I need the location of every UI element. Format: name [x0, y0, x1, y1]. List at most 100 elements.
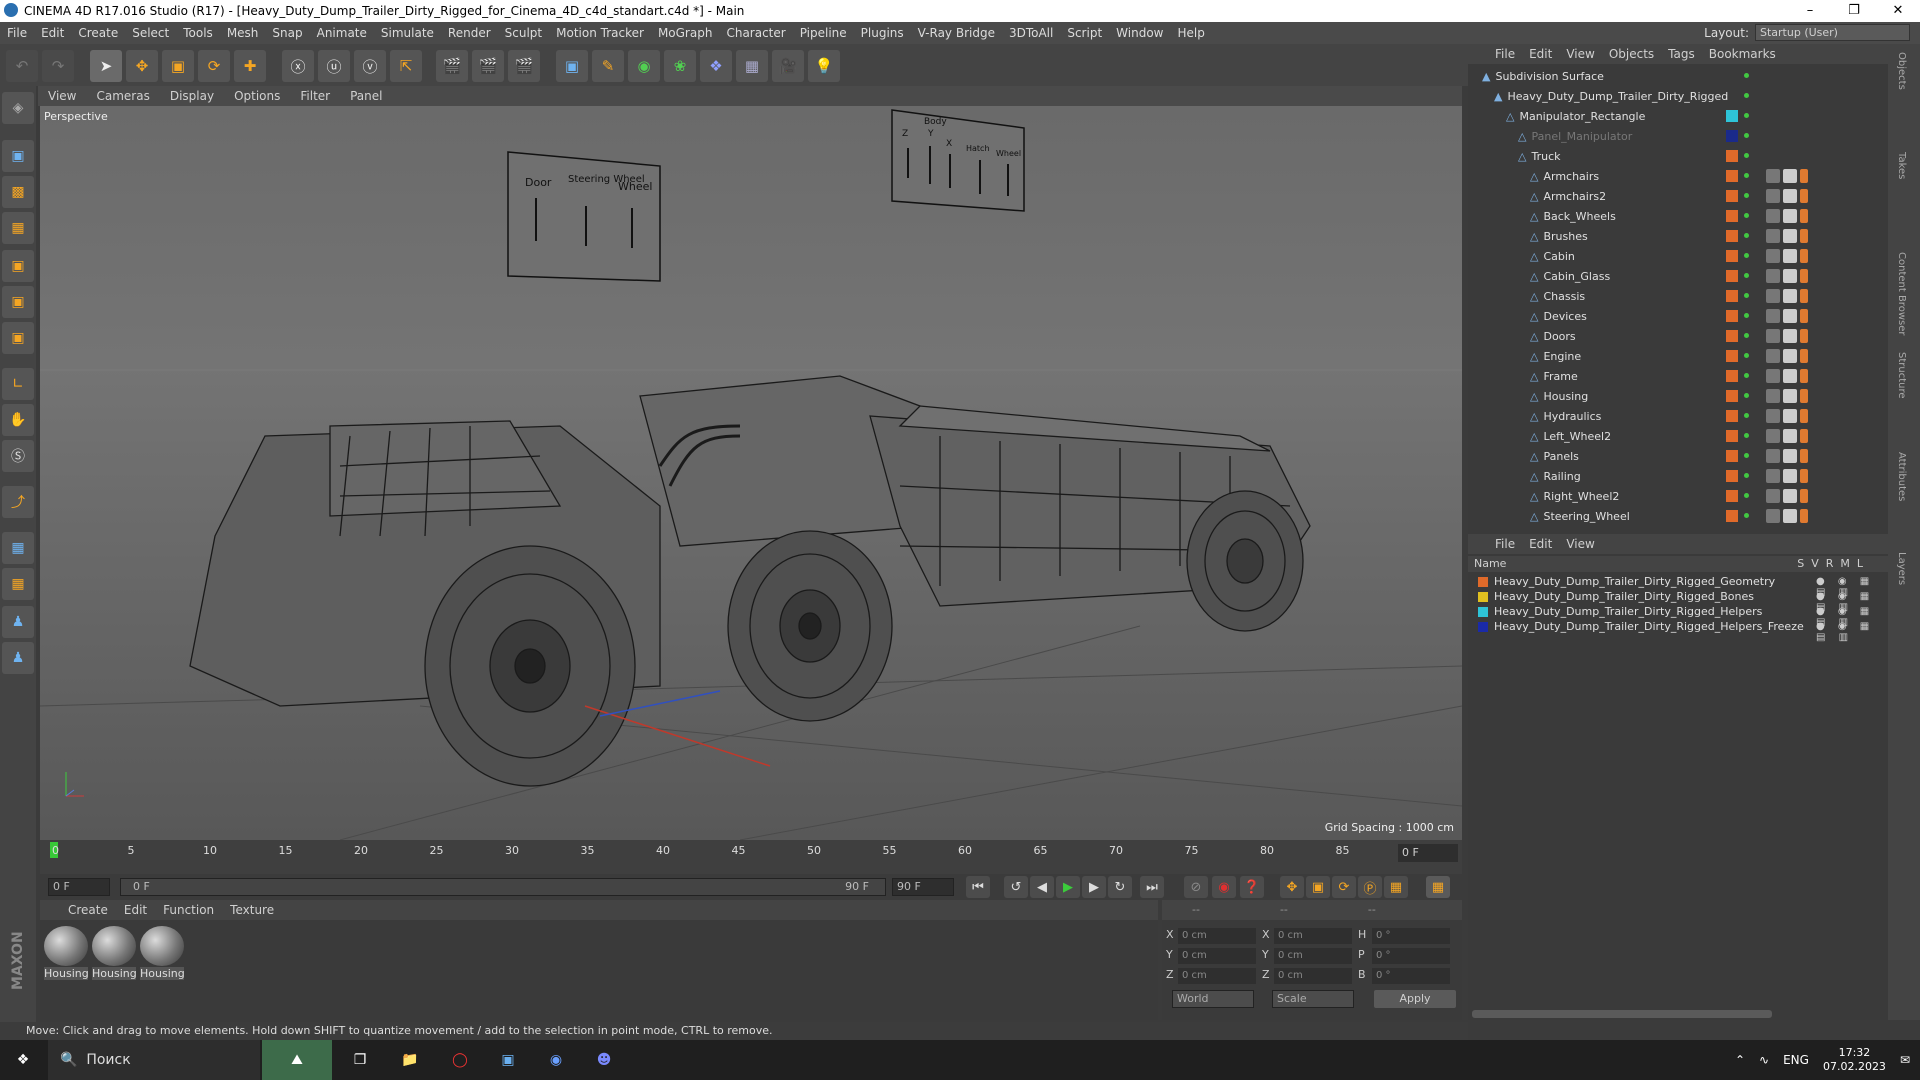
- visibility-dot[interactable]: [1744, 213, 1749, 218]
- layer-color-swatch[interactable]: [1726, 350, 1738, 362]
- layer-color-swatch[interactable]: [1726, 510, 1738, 522]
- visibility-dot[interactable]: [1744, 393, 1749, 398]
- object-tags[interactable]: [1766, 409, 1808, 423]
- selection-tag-icon[interactable]: [1800, 409, 1808, 423]
- coord-position-field[interactable]: 0 cm: [1178, 928, 1256, 944]
- material-tag-icon[interactable]: [1766, 209, 1780, 223]
- selection-tag-icon[interactable]: [1800, 449, 1808, 463]
- current-frame-field[interactable]: 0 F: [1398, 844, 1458, 862]
- python-icon[interactable]: ♟: [2, 606, 34, 638]
- layer-row[interactable]: Heavy_Duty_Dump_Trailer_Dirty_Rigged_Hel…: [1478, 604, 1762, 619]
- next-key-icon[interactable]: ↻: [1108, 876, 1132, 898]
- object-row[interactable]: △ Hydraulics: [1530, 406, 1601, 426]
- material-tag-icon[interactable]: [1766, 329, 1780, 343]
- axis-mode-icon[interactable]: ∟: [2, 368, 34, 400]
- scale-icon[interactable]: ▣: [162, 50, 194, 82]
- key-parameter-icon[interactable]: Ⓟ: [1358, 876, 1382, 898]
- material-tag-icon[interactable]: [1766, 469, 1780, 483]
- texture-tag-icon[interactable]: [1783, 489, 1797, 503]
- windows-start-icon[interactable]: ❖: [0, 1040, 46, 1080]
- coord-system-icon[interactable]: ⇱: [390, 50, 422, 82]
- network-icon[interactable]: ∿: [1759, 1053, 1769, 1067]
- material-tag-icon[interactable]: [1766, 389, 1780, 403]
- visibility-dot[interactable]: [1744, 193, 1749, 198]
- visibility-dot[interactable]: [1744, 453, 1749, 458]
- layer-color-swatch[interactable]: [1726, 370, 1738, 382]
- layer-color-swatch[interactable]: [1726, 290, 1738, 302]
- layers-menu-file[interactable]: File: [1488, 537, 1522, 551]
- make-editable-icon[interactable]: ◈: [2, 92, 34, 124]
- material-swatch[interactable]: Housing: [44, 926, 88, 982]
- key-position-icon[interactable]: ✥: [1280, 876, 1304, 898]
- layer-color-swatch[interactable]: [1478, 591, 1488, 602]
- layer-color-swatch[interactable]: [1478, 606, 1488, 617]
- object-tags[interactable]: [1766, 489, 1808, 503]
- object-tags[interactable]: [1766, 269, 1808, 283]
- start-frame-field[interactable]: 0 F: [48, 878, 110, 896]
- taskbar-search[interactable]: 🔍 Поиск: [48, 1040, 260, 1080]
- transform-icon[interactable]: ✚: [234, 50, 266, 82]
- menu-3dtoall[interactable]: 3DToAll: [1002, 26, 1060, 40]
- selection-tag-icon[interactable]: [1800, 249, 1808, 263]
- next-frame-icon[interactable]: ▶: [1082, 876, 1106, 898]
- lock-icon[interactable]: ▦: [2, 568, 34, 600]
- clock[interactable]: 17:32 07.02.2023: [1823, 1046, 1886, 1074]
- grid-icon[interactable]: ▦: [2, 532, 34, 564]
- right-tab-attributes[interactable]: Attributes: [1896, 452, 1907, 501]
- selection-tag-icon[interactable]: [1800, 389, 1808, 403]
- object-row[interactable]: △ Cabin: [1530, 246, 1575, 266]
- object-row[interactable]: ▲ Heavy_Duty_Dump_Trailer_Dirty_Rigged: [1494, 86, 1728, 106]
- texture-tag-icon[interactable]: [1783, 189, 1797, 203]
- weather-widget-icon[interactable]: ⛰: [262, 1040, 332, 1080]
- coord-position-field[interactable]: 0 cm: [1178, 948, 1256, 964]
- object-tags[interactable]: [1766, 369, 1808, 383]
- right-tab-content-browser[interactable]: Content Browser: [1896, 252, 1907, 335]
- end-frame-field[interactable]: 90 F: [892, 878, 954, 896]
- edges-mode-icon[interactable]: ▣: [2, 286, 34, 318]
- material-tag-icon[interactable]: [1766, 409, 1780, 423]
- go-to-start-icon[interactable]: ⏮: [966, 876, 990, 898]
- menu-sculpt[interactable]: Sculpt: [498, 26, 549, 40]
- texture-tag-icon[interactable]: [1783, 469, 1797, 483]
- menu-snap[interactable]: Snap: [265, 26, 309, 40]
- material-tag-icon[interactable]: [1766, 449, 1780, 463]
- language-indicator[interactable]: ENG: [1783, 1053, 1809, 1067]
- visibility-dot[interactable]: [1744, 73, 1749, 78]
- object-tags[interactable]: [1766, 469, 1808, 483]
- layer-color-swatch[interactable]: [1726, 190, 1738, 202]
- object-row[interactable]: △ Chassis: [1530, 286, 1585, 306]
- viewport-menu-panel[interactable]: Panel: [340, 89, 392, 103]
- camera-icon[interactable]: 🎥: [772, 50, 804, 82]
- object-row[interactable]: △ Cabin_Glass: [1530, 266, 1610, 286]
- visibility-dot[interactable]: [1744, 153, 1749, 158]
- object-tags[interactable]: [1766, 229, 1808, 243]
- photos-icon[interactable]: ▣: [488, 1040, 528, 1080]
- object-tags[interactable]: [1766, 329, 1808, 343]
- discord-icon[interactable]: ☻: [584, 1040, 624, 1080]
- viewport-menu-view[interactable]: View: [38, 89, 86, 103]
- object-tags[interactable]: [1766, 349, 1808, 363]
- maximize-icon[interactable]: ❐: [1832, 0, 1876, 22]
- material-tag-icon[interactable]: [1766, 269, 1780, 283]
- layers-menu-edit[interactable]: Edit: [1522, 537, 1559, 551]
- range-slider[interactable]: 0 F 90 F: [120, 878, 886, 896]
- viewport-menu-filter[interactable]: Filter: [290, 89, 340, 103]
- visibility-dot[interactable]: [1744, 473, 1749, 478]
- object-tags[interactable]: [1766, 309, 1808, 323]
- material-tag-icon[interactable]: [1766, 429, 1780, 443]
- scale-dropdown[interactable]: Scale: [1272, 990, 1354, 1008]
- objects-menu-edit[interactable]: Edit: [1522, 47, 1559, 61]
- menu-create[interactable]: Create: [71, 26, 125, 40]
- material-tag-icon[interactable]: [1766, 309, 1780, 323]
- go-to-end-icon[interactable]: ⏭: [1140, 876, 1164, 898]
- menu-motion-tracker[interactable]: Motion Tracker: [549, 26, 651, 40]
- material-menu-function[interactable]: Function: [155, 903, 222, 917]
- selection-tag-icon[interactable]: [1800, 229, 1808, 243]
- object-row[interactable]: △ Panels: [1530, 446, 1579, 466]
- texture-tag-icon[interactable]: [1783, 289, 1797, 303]
- texture-tag-icon[interactable]: [1783, 209, 1797, 223]
- selection-tag-icon[interactable]: [1800, 369, 1808, 383]
- object-tags[interactable]: [1766, 169, 1808, 183]
- objects-menu-view[interactable]: View: [1559, 47, 1601, 61]
- rotate-icon[interactable]: ⟳: [198, 50, 230, 82]
